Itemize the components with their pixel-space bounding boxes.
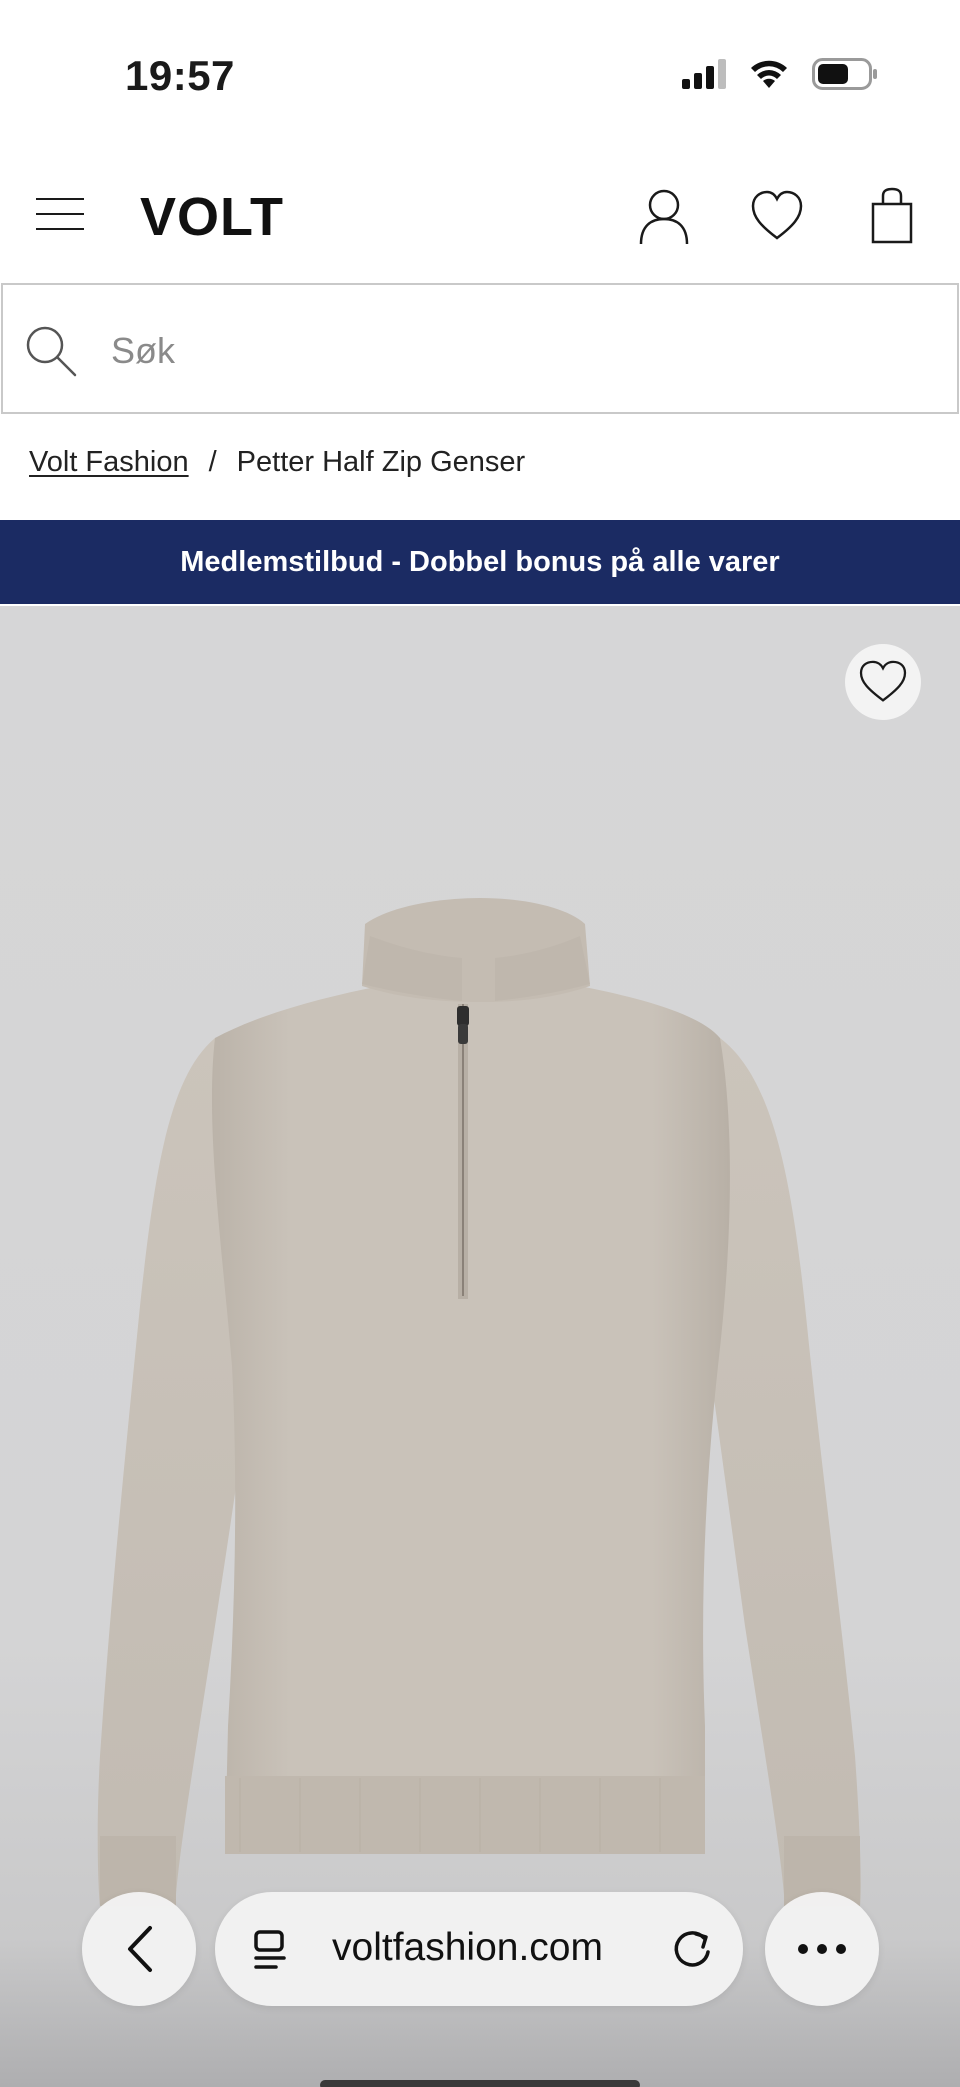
shopping-bag-icon[interactable] — [870, 186, 914, 246]
back-chevron-icon — [128, 1926, 152, 1972]
status-icons — [682, 58, 878, 90]
sweater-image — [97, 898, 861, 1908]
reload-icon[interactable] — [670, 1928, 714, 1972]
search-icon[interactable] — [25, 325, 77, 377]
site-header: VOLT — [0, 150, 960, 280]
site-logo[interactable]: VOLT — [140, 186, 284, 248]
status-bar: 19:57 — [0, 0, 960, 150]
heart-icon[interactable] — [751, 186, 803, 246]
promo-text: Medlemstilbud - Dobbel bonus på alle var… — [180, 545, 780, 578]
breadcrumb-separator: / — [208, 446, 217, 478]
breadcrumb: Volt Fashion / Petter Half Zip Genser — [29, 446, 525, 479]
promo-banner[interactable]: Medlemstilbud - Dobbel bonus på alle var… — [0, 520, 960, 604]
browser-back-button[interactable] — [82, 1892, 196, 2006]
search-bar — [1, 283, 959, 414]
breadcrumb-home-link[interactable]: Volt Fashion — [29, 446, 189, 479]
search-input[interactable] — [111, 323, 911, 379]
battery-icon — [812, 58, 877, 90]
breadcrumb-current: Petter Half Zip Genser — [236, 446, 526, 478]
browser-more-button[interactable] — [765, 1892, 879, 2006]
wifi-icon — [751, 60, 787, 88]
account-icon[interactable] — [636, 186, 692, 246]
favorite-button[interactable] — [845, 644, 921, 720]
status-time: 19:57 — [125, 52, 235, 99]
heart-icon — [859, 660, 907, 702]
page-menu-icon[interactable] — [250, 1928, 290, 1972]
more-icon — [798, 1944, 846, 1954]
cellular-signal-icon — [682, 59, 726, 89]
url-bar[interactable]: voltfashion.com — [215, 1892, 743, 2006]
product-image[interactable] — [0, 606, 960, 2087]
home-indicator — [320, 2080, 640, 2087]
menu-icon[interactable] — [36, 198, 84, 232]
url-text: voltfashion.com — [332, 1926, 603, 1969]
